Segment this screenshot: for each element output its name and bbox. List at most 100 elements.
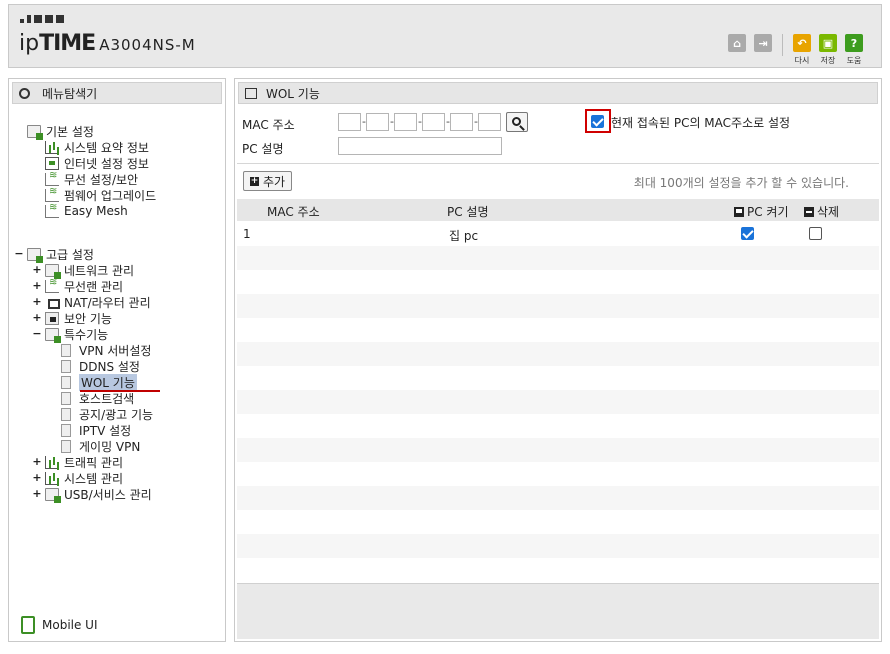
expand-icon[interactable]: + xyxy=(32,487,42,500)
tree-advanced-settings[interactable]: − 고급 설정 xyxy=(14,246,94,263)
tree-label: 시스템 관리 xyxy=(64,471,124,486)
tree-label: 무선 설정/보안 xyxy=(64,172,139,187)
tree-item-vpn-server[interactable]: VPN 서버설정 xyxy=(61,342,151,358)
traffic-icon xyxy=(45,455,59,469)
header-toolbar: ⌂ ⇥ ↶ 다시 ▣ 저장 ? 도움 xyxy=(724,34,867,66)
tree-label: 보안 기능 xyxy=(64,311,112,326)
form-divider xyxy=(237,163,879,164)
tree-item-security[interactable]: + 보안 기능 xyxy=(32,310,112,326)
reload-label: 다시 xyxy=(794,56,810,65)
expand-icon[interactable]: + xyxy=(32,311,42,324)
expand-icon[interactable]: + xyxy=(32,471,42,484)
empty-row xyxy=(237,558,879,582)
usb-icon xyxy=(45,487,61,503)
tree-item-gaming-vpn[interactable]: 게이밍 VPN xyxy=(61,438,140,454)
tree-item-network[interactable]: + 네트워크 관리 xyxy=(32,262,135,279)
tree-label: Easy Mesh xyxy=(64,204,128,218)
tree-item-system-summary[interactable]: 시스템 요약 정보 xyxy=(45,139,149,155)
tree-item-special[interactable]: − 특수기능 xyxy=(32,326,109,343)
empty-row xyxy=(237,486,879,510)
wifi-icon xyxy=(45,277,59,293)
empty-row xyxy=(237,342,879,366)
mac-field-6[interactable] xyxy=(478,113,501,131)
mac-search-button[interactable] xyxy=(506,112,528,132)
row-delete-checkbox[interactable] xyxy=(809,227,822,240)
use-current-mac-label: 현재 접속된 PC의 MAC주소로 설정 xyxy=(611,116,791,130)
page-icon xyxy=(61,423,71,437)
tree-label: 특수기능 xyxy=(64,327,109,342)
tree-item-wireless-lan[interactable]: + 무선랜 관리 xyxy=(32,277,123,294)
tree-label: IPTV 설정 xyxy=(79,423,132,438)
tree-label: DDNS 설정 xyxy=(79,359,140,374)
tree-item-host-scan[interactable]: 호스트검색 xyxy=(61,390,134,406)
mac-field-1[interactable] xyxy=(338,113,361,131)
tree-item-internet-info[interactable]: 인터넷 설정 정보 xyxy=(45,155,149,171)
use-current-mac-checkbox[interactable] xyxy=(591,115,604,128)
brand-time: TIME xyxy=(39,31,96,56)
tree-item-system[interactable]: + 시스템 관리 xyxy=(32,470,124,486)
expand-icon[interactable]: + xyxy=(32,455,42,468)
row-power-on-checkbox[interactable] xyxy=(741,227,754,240)
empty-row xyxy=(237,414,879,438)
mesh-icon xyxy=(45,202,59,218)
tree-item-nat-router[interactable]: + NAT/라우터 관리 xyxy=(32,294,150,310)
lock-icon xyxy=(45,311,59,325)
logout-button[interactable]: ⇥ xyxy=(750,34,776,52)
table-row: 1 집 pc xyxy=(237,222,879,246)
mobile-ui-link[interactable]: Mobile UI xyxy=(21,616,98,634)
empty-row xyxy=(237,390,879,414)
tree-item-notice-ad[interactable]: 공지/광고 기능 xyxy=(61,406,153,422)
brand-logo: ipTIME A3004NS-M xyxy=(19,31,196,56)
logout-icon: ⇥ xyxy=(754,34,772,52)
tree-label: 네트워크 관리 xyxy=(64,263,135,278)
page-icon xyxy=(61,439,71,453)
chart-icon xyxy=(45,140,59,154)
tree-label: 공지/광고 기능 xyxy=(79,407,154,422)
tree-item-traffic[interactable]: + 트래픽 관리 xyxy=(32,454,123,470)
tree-item-easy-mesh[interactable]: Easy Mesh xyxy=(45,202,128,219)
page-icon xyxy=(61,375,71,389)
tree-item-ddns[interactable]: DDNS 설정 xyxy=(61,358,140,374)
wifi-icon xyxy=(45,170,59,186)
mac-field-3[interactable] xyxy=(394,113,417,131)
col-power-on[interactable]: PC 켜기 xyxy=(734,203,789,220)
add-button[interactable]: + 추가 xyxy=(243,171,293,191)
delete-icon xyxy=(804,206,814,217)
pc-desc-input[interactable] xyxy=(338,137,502,155)
search-icon xyxy=(511,116,521,126)
tree-item-wol[interactable]: WOL 기능 xyxy=(61,373,137,391)
tree-item-firmware-upgrade[interactable]: 펌웨어 업그레이드 xyxy=(45,186,156,203)
tree-basic-settings[interactable]: 기본 설정 xyxy=(27,123,94,140)
expand-icon[interactable]: + xyxy=(32,263,42,276)
menu-explorer-panel: 메뉴탐색기 기본 설정 시스템 요약 정보 인터넷 설정 정보 무선 설정/보안… xyxy=(8,78,226,642)
mac-field-4[interactable] xyxy=(422,113,445,131)
table-header: MAC 주소 PC 설명 PC 켜기 삭제 xyxy=(237,199,879,221)
tree-label: 게이밍 VPN xyxy=(79,439,141,454)
tree-item-iptv[interactable]: IPTV 설정 xyxy=(61,422,131,438)
page-icon xyxy=(61,407,71,421)
window-icon xyxy=(245,87,257,99)
mac-field-5[interactable] xyxy=(450,113,473,131)
phone-icon xyxy=(21,616,35,634)
expand-icon[interactable]: + xyxy=(32,295,42,308)
tree-item-usb-service[interactable]: + USB/서비스 관리 xyxy=(32,486,152,503)
reload-button[interactable]: ↶ 다시 xyxy=(789,34,815,66)
firmware-icon xyxy=(45,186,59,202)
tree-label: 인터넷 설정 정보 xyxy=(64,156,149,171)
iptime-logo-dots xyxy=(20,15,64,23)
home-button[interactable]: ⌂ xyxy=(724,34,750,52)
magnifier-icon xyxy=(19,87,30,99)
col-delete[interactable]: 삭제 xyxy=(804,203,839,220)
mac-field-2[interactable] xyxy=(366,113,389,131)
expand-icon[interactable]: + xyxy=(32,279,42,292)
save-button[interactable]: ▣ 저장 xyxy=(815,34,841,66)
network-icon xyxy=(45,263,61,279)
help-button[interactable]: ? 도움 xyxy=(841,34,867,66)
tree-item-wireless-security[interactable]: 무선 설정/보안 xyxy=(45,170,139,187)
mac-label: MAC 주소 xyxy=(242,118,295,132)
monitor-icon xyxy=(45,156,59,170)
collapse-icon[interactable]: − xyxy=(14,247,24,260)
collapse-icon[interactable]: − xyxy=(32,327,42,340)
tree-label: 기본 설정 xyxy=(46,124,94,139)
empty-row xyxy=(237,534,879,558)
